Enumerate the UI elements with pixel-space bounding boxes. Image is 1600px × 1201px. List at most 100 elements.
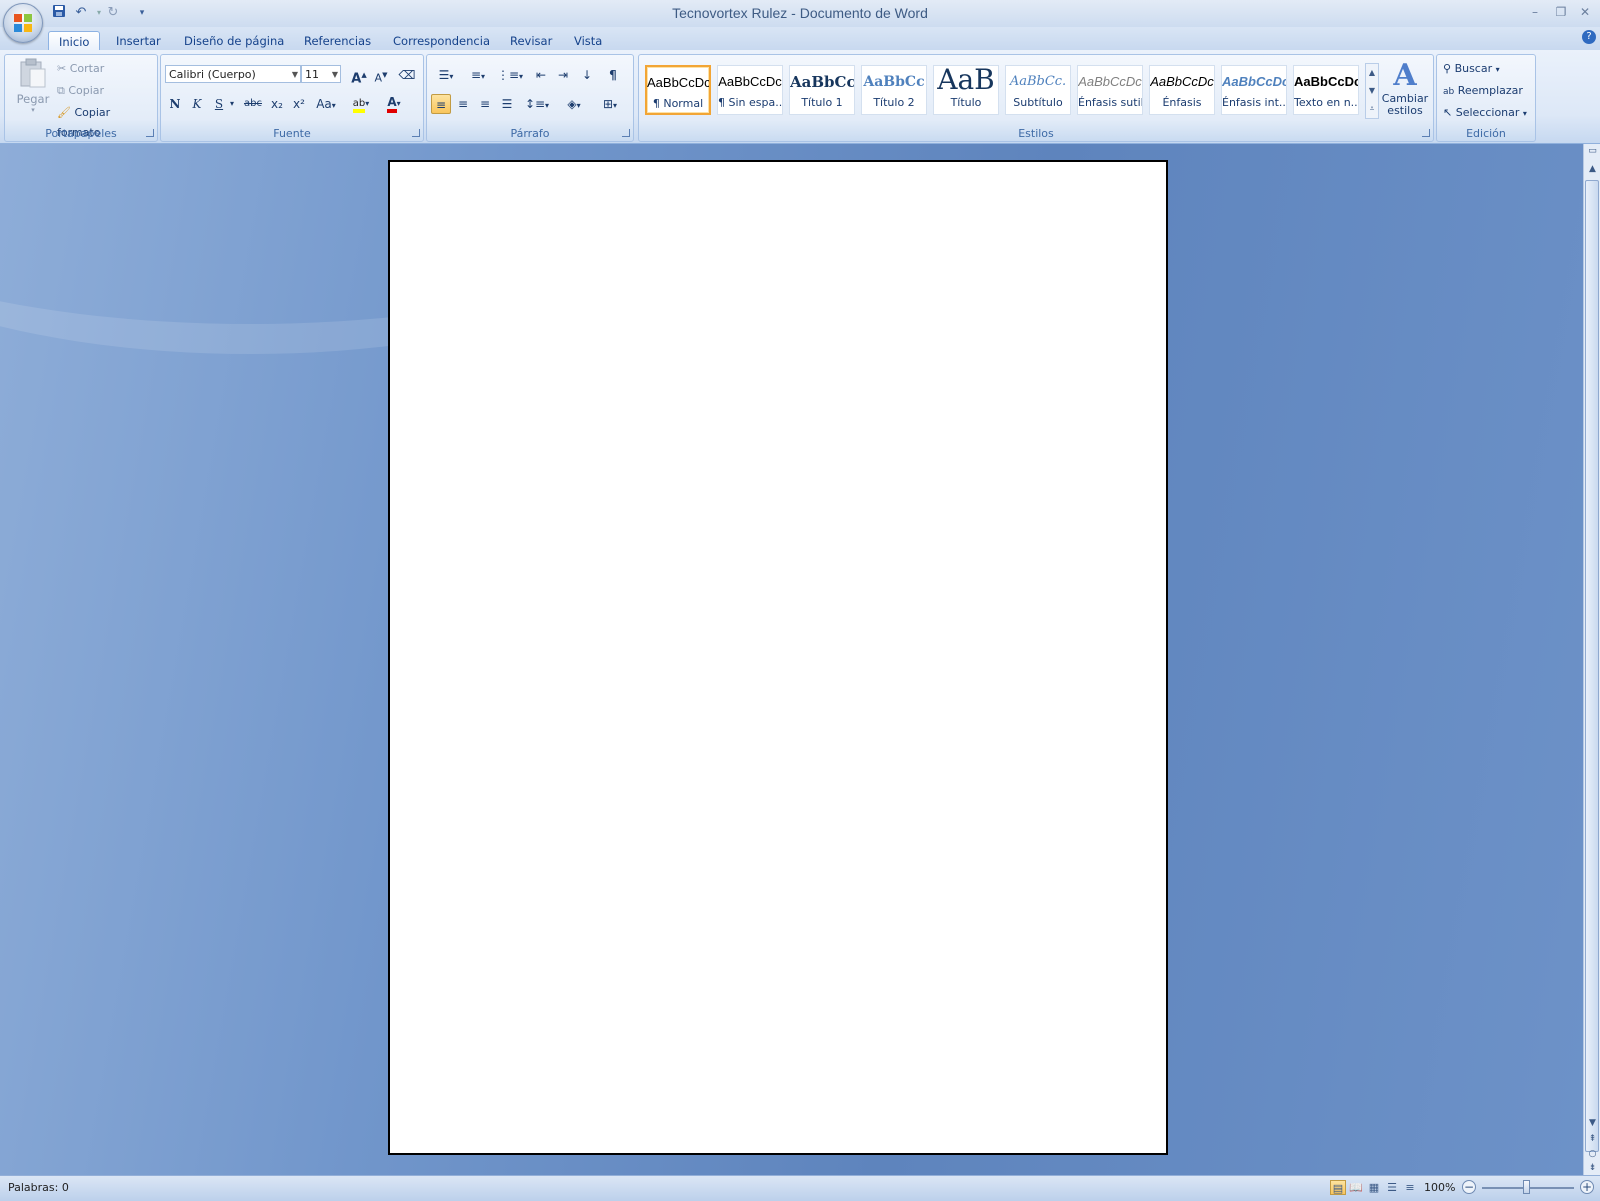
format-painter-button[interactable]: 🖌 Copiar formato bbox=[57, 103, 157, 139]
zoom-in-icon[interactable]: + bbox=[1580, 1180, 1594, 1194]
shrink-font-button[interactable]: A▼ bbox=[371, 65, 391, 85]
justify-icon[interactable]: ☰ bbox=[497, 94, 517, 114]
tab-revisar[interactable]: Revisar bbox=[500, 31, 562, 51]
minimize-icon[interactable]: – bbox=[1524, 4, 1546, 20]
align-left-icon[interactable]: ≡ bbox=[431, 94, 451, 114]
style-titulo[interactable]: AaB Título bbox=[933, 65, 999, 115]
style-sin-espaciado[interactable]: AaBbCcDc ¶ Sin espa... bbox=[717, 65, 783, 115]
cursor-icon: ↖ bbox=[1443, 106, 1453, 119]
copy-button[interactable]: ⧉ Copiar bbox=[57, 81, 104, 101]
underline-dropdown-icon[interactable]: ▾ bbox=[227, 94, 237, 114]
vertical-scrollbar[interactable]: ▭ ▲ ▼ ⇞ ○ ⇟ bbox=[1583, 144, 1600, 1175]
previous-page-icon[interactable]: ⇞ bbox=[1585, 1132, 1600, 1146]
ribbon: Pegar ▾ ✂ Cortar ⧉ Copiar 🖌 Copiar forma… bbox=[0, 50, 1600, 144]
scroll-thumb[interactable] bbox=[1585, 180, 1599, 1152]
align-right-icon[interactable]: ≡ bbox=[475, 94, 495, 114]
numbering-icon[interactable]: ≡▾ bbox=[463, 65, 493, 85]
select-button[interactable]: ↖ Seleccionar ▾ bbox=[1443, 103, 1527, 123]
zoom-level[interactable]: 100% bbox=[1424, 1181, 1455, 1194]
style-titulo-1[interactable]: AaBbCc Título 1 bbox=[789, 65, 855, 115]
strikethrough-button[interactable]: abc bbox=[243, 94, 263, 114]
office-button[interactable] bbox=[3, 3, 43, 43]
font-color-button[interactable]: A▾ bbox=[379, 92, 409, 113]
zoom-out-icon[interactable]: − bbox=[1462, 1180, 1476, 1194]
font-size-value: 11 bbox=[305, 68, 319, 81]
underline-button[interactable]: S bbox=[209, 94, 229, 114]
multilevel-list-icon[interactable]: ⋮≡▾ bbox=[495, 65, 525, 85]
close-icon[interactable]: ✕ bbox=[1574, 4, 1596, 20]
grow-font-button[interactable]: A▲ bbox=[349, 65, 369, 86]
subscript-button[interactable]: x₂ bbox=[267, 94, 287, 114]
clipboard-group: Pegar ▾ ✂ Cortar ⧉ Copiar 🖌 Copiar forma… bbox=[4, 54, 158, 142]
customize-quick-access-icon[interactable]: ▾ bbox=[133, 4, 151, 22]
word-count[interactable]: Palabras: 0 bbox=[8, 1181, 69, 1194]
styles-launcher-icon[interactable] bbox=[1422, 129, 1430, 137]
chevron-down-icon[interactable]: ▼ bbox=[1366, 82, 1378, 100]
style-enfasis[interactable]: AaBbCcDc Énfasis bbox=[1149, 65, 1215, 115]
copy-label: Copiar bbox=[68, 84, 105, 97]
zoom-slider-thumb[interactable] bbox=[1523, 1180, 1530, 1194]
font-size-select[interactable]: 11 ▼ bbox=[301, 65, 341, 83]
highlight-button[interactable]: ab▾ bbox=[347, 92, 375, 113]
bullets-icon[interactable]: ☰▾ bbox=[431, 65, 461, 85]
decrease-indent-icon[interactable]: ⇤ bbox=[531, 65, 551, 85]
save-icon[interactable] bbox=[50, 4, 68, 22]
office-logo-icon bbox=[14, 14, 32, 32]
find-button[interactable]: ⚲ Buscar ▾ bbox=[1443, 59, 1500, 79]
line-spacing-icon[interactable]: ↕≡▾ bbox=[523, 94, 551, 114]
draft-icon[interactable]: ≡ bbox=[1402, 1180, 1418, 1195]
tab-correspondencia[interactable]: Correspondencia bbox=[383, 31, 500, 51]
chevron-down-icon: ▼ bbox=[331, 70, 338, 79]
font-family-select[interactable]: Calibri (Cuerpo) ▼ bbox=[165, 65, 301, 83]
copy-icon: ⧉ bbox=[57, 84, 65, 97]
clear-formatting-icon[interactable]: ⌫ bbox=[397, 65, 417, 85]
tab-vista[interactable]: Vista bbox=[564, 31, 612, 51]
outline-icon[interactable]: ☰ bbox=[1384, 1180, 1400, 1195]
tab-insertar[interactable]: Insertar bbox=[106, 31, 171, 51]
paragraph-group: ☰▾ ≡▾ ⋮≡▾ ⇤ ⇥ ↓ ¶ ≡ ≡ ≡ ☰ ↕≡▾ ◈▾ ⊞▾ Párr… bbox=[426, 54, 634, 142]
undo-icon[interactable]: ↶ bbox=[72, 4, 90, 22]
replace-button[interactable]: ab Reemplazar bbox=[1443, 81, 1523, 101]
styles-scroll[interactable]: ▲ ▼ ⩡ bbox=[1365, 63, 1379, 119]
style-normal[interactable]: AaBbCcDc ¶ Normal bbox=[645, 65, 711, 115]
style-enfasis-sutil[interactable]: AaBbCcDc Énfasis sutil bbox=[1077, 65, 1143, 115]
editing-group-label: Edición bbox=[1466, 127, 1506, 140]
help-icon[interactable]: ? bbox=[1582, 30, 1596, 44]
tab-inicio[interactable]: Inicio bbox=[48, 31, 101, 52]
borders-icon[interactable]: ⊞▾ bbox=[595, 94, 625, 114]
superscript-button[interactable]: x² bbox=[289, 94, 309, 114]
browse-object-icon[interactable]: ○ bbox=[1585, 1147, 1600, 1161]
clipboard-launcher-icon[interactable] bbox=[146, 129, 154, 137]
full-screen-reading-icon[interactable]: 📖 bbox=[1348, 1180, 1364, 1195]
ruler-toggle-icon[interactable]: ▭ bbox=[1585, 144, 1600, 158]
change-styles-button[interactable]: A Cambiar estilos bbox=[1381, 59, 1429, 123]
restore-icon[interactable]: ❐ bbox=[1550, 4, 1572, 20]
style-enfasis-intenso[interactable]: AaBbCcDc Énfasis int... bbox=[1221, 65, 1287, 115]
more-styles-icon[interactable]: ⩡ bbox=[1366, 100, 1378, 118]
bold-button[interactable]: N bbox=[165, 94, 185, 114]
scroll-up-icon[interactable]: ▲ bbox=[1585, 162, 1600, 176]
redo-icon[interactable]: ↻ bbox=[104, 4, 122, 22]
italic-button[interactable]: K bbox=[187, 94, 207, 114]
font-launcher-icon[interactable] bbox=[412, 129, 420, 137]
style-titulo-2[interactable]: AaBbCc Título 2 bbox=[861, 65, 927, 115]
web-layout-icon[interactable]: ▦ bbox=[1366, 1180, 1382, 1195]
tab-diseno-de-pagina[interactable]: Diseño de página bbox=[174, 31, 294, 51]
cut-button[interactable]: ✂ Cortar bbox=[57, 59, 104, 79]
paste-button[interactable]: Pegar ▾ bbox=[13, 57, 53, 117]
next-page-icon[interactable]: ⇟ bbox=[1585, 1161, 1600, 1175]
chevron-up-icon[interactable]: ▲ bbox=[1366, 64, 1378, 82]
show-marks-button[interactable]: ¶ bbox=[603, 65, 623, 85]
tab-referencias[interactable]: Referencias bbox=[294, 31, 381, 51]
sort-icon[interactable]: ↓ bbox=[577, 65, 597, 85]
scroll-down-icon[interactable]: ▼ bbox=[1585, 1116, 1600, 1130]
print-layout-icon[interactable]: ▤ bbox=[1330, 1180, 1346, 1195]
align-center-icon[interactable]: ≡ bbox=[453, 94, 473, 114]
style-subtitulo[interactable]: AaBbCc. Subtítulo bbox=[1005, 65, 1071, 115]
shading-icon[interactable]: ◈▾ bbox=[559, 94, 589, 114]
style-texto-en-negrita[interactable]: AaBbCcDc Texto en n... bbox=[1293, 65, 1359, 115]
change-case-button[interactable]: Aa▾ bbox=[313, 94, 339, 114]
paragraph-launcher-icon[interactable] bbox=[622, 129, 630, 137]
increase-indent-icon[interactable]: ⇥ bbox=[553, 65, 573, 85]
document-page[interactable] bbox=[388, 160, 1168, 1155]
